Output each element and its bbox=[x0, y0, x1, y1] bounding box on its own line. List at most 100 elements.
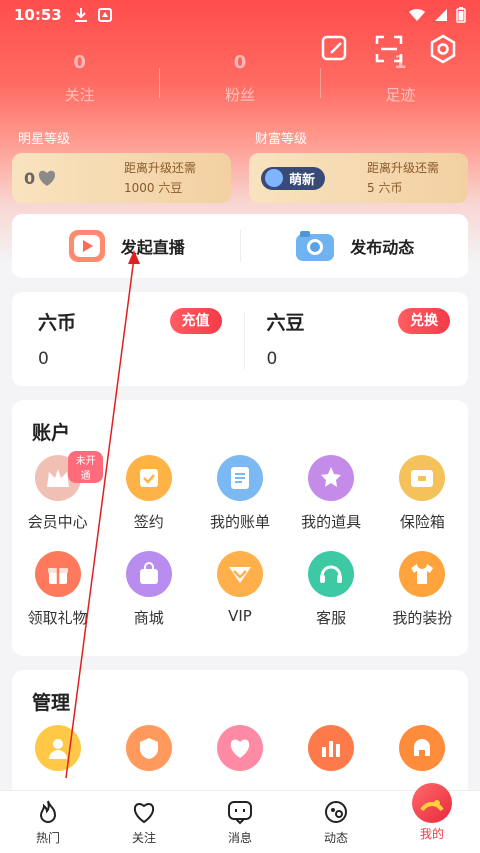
mall-item[interactable]: 商城 bbox=[103, 551, 194, 647]
tab-following-label: 关注 bbox=[131, 831, 156, 845]
start-live-button[interactable]: 发起直播 bbox=[12, 228, 240, 264]
download-icon bbox=[74, 8, 87, 22]
wealth-level: 财富等级 萌新 距离升级还需 5 六币 bbox=[249, 128, 468, 203]
tab-me[interactable]: 我的 bbox=[384, 783, 480, 853]
coin-balance: 六币 0 充值 bbox=[38, 308, 222, 386]
notification-icon bbox=[97, 8, 112, 22]
star-level-card[interactable]: 0 距离升级还需 1000 六豆 bbox=[12, 153, 231, 203]
stat-fans[interactable]: 0 粉丝 bbox=[160, 52, 319, 105]
tab-messages[interactable]: 消息 bbox=[192, 791, 288, 853]
customer-service-item[interactable]: 客服 bbox=[286, 551, 377, 647]
stat-following[interactable]: 0 关注 bbox=[0, 52, 159, 105]
wealth-level-badge: 萌新 bbox=[261, 166, 326, 190]
start-live-label: 发起直播 bbox=[120, 238, 185, 257]
safe-box-item[interactable]: 保险箱 bbox=[377, 455, 468, 551]
live-camera-icon bbox=[68, 230, 105, 262]
manage-title: 管理 bbox=[32, 692, 71, 714]
profile-stats: 0 关注 0 粉丝 1 足迹 bbox=[0, 52, 480, 105]
live-actions-card: 发起直播 发布动态 bbox=[12, 214, 468, 278]
stat-following-count: 0 bbox=[73, 52, 86, 73]
moments-icon bbox=[325, 801, 347, 823]
wifi-icon bbox=[409, 8, 425, 21]
star-level-need: 1000 六豆 bbox=[124, 181, 183, 195]
tab-following[interactable]: 关注 bbox=[96, 791, 192, 853]
post-moment-button[interactable]: 发布动态 bbox=[241, 229, 469, 263]
shopping-bag-icon bbox=[125, 551, 172, 597]
member-center-item[interactable]: 未开通 会员中心 bbox=[12, 451, 104, 551]
mall-label: 商城 bbox=[133, 609, 164, 627]
signal-icon bbox=[435, 9, 447, 21]
tab-hot-label: 热门 bbox=[35, 831, 60, 845]
vip-label: VIP bbox=[228, 607, 252, 625]
flame-icon bbox=[39, 800, 57, 823]
bar-chart-icon bbox=[308, 725, 355, 771]
account-grid: 未开通 会员中心 签约 我的账单 我的道具 保险箱 领取礼物 商城 VIP 客服… bbox=[12, 445, 468, 647]
star-wand-icon bbox=[308, 455, 355, 501]
heart-icon bbox=[39, 170, 56, 186]
coin-value: 0 bbox=[38, 349, 49, 369]
bean-balance: 六豆 0 兑换 bbox=[266, 308, 450, 386]
sign-contract-label: 签约 bbox=[133, 513, 164, 531]
battery-icon bbox=[456, 7, 466, 23]
wealth-level-card[interactable]: 萌新 距离升级还需 5 六币 bbox=[249, 153, 468, 203]
camera-icon bbox=[296, 231, 335, 261]
stat-footprint[interactable]: 1 足迹 bbox=[321, 52, 480, 105]
bill-icon bbox=[216, 455, 263, 501]
exchange-button[interactable]: 兑换 bbox=[398, 308, 450, 334]
heart-outline-icon bbox=[134, 803, 154, 824]
tab-moments[interactable]: 动态 bbox=[288, 791, 384, 853]
stat-fans-count: 0 bbox=[233, 52, 247, 73]
safe-icon bbox=[399, 455, 446, 501]
star-level-badge: 0 bbox=[24, 169, 57, 188]
wealth-level-badge-label: 萌新 bbox=[289, 172, 316, 188]
person-icon bbox=[34, 725, 81, 771]
my-props-label: 我的道具 bbox=[301, 513, 362, 531]
customer-service-label: 客服 bbox=[316, 609, 347, 627]
level-row: 明星等级 0 距离升级还需 1000 六豆 财富等级 萌新 距离升级还需 5 六… bbox=[12, 128, 468, 203]
star-level-number: 0 bbox=[24, 168, 36, 188]
me-tab-icon bbox=[412, 783, 452, 823]
wealth-badge-icon bbox=[265, 169, 283, 187]
star-level-hint: 距离升级还需 bbox=[124, 161, 197, 175]
tab-hot[interactable]: 热门 bbox=[0, 791, 96, 853]
my-bill-label: 我的账单 bbox=[209, 513, 270, 531]
bottom-tab-bar: 热门 关注 消息 动态 我的 bbox=[0, 783, 480, 853]
stat-footprint-label: 足迹 bbox=[385, 86, 416, 104]
vip-diamond-icon bbox=[216, 551, 263, 597]
star-level: 明星等级 0 距离升级还需 1000 六豆 bbox=[12, 128, 231, 203]
vip-item[interactable]: VIP bbox=[194, 551, 285, 647]
stat-footprint-count: 1 bbox=[394, 52, 407, 73]
my-bill-item[interactable]: 我的账单 bbox=[194, 455, 285, 551]
member-status-tag: 未开通 bbox=[68, 451, 104, 483]
sign-contract-item[interactable]: 签约 bbox=[103, 455, 194, 551]
safe-box-label: 保险箱 bbox=[399, 513, 445, 531]
recharge-button[interactable]: 充值 bbox=[169, 308, 222, 334]
wealth-level-need: 5 六币 bbox=[367, 181, 403, 195]
post-moment-label: 发布动态 bbox=[350, 238, 415, 257]
star-level-title: 明星等级 bbox=[18, 132, 71, 147]
wallet-card: 六币 0 充值 六豆 0 兑换 bbox=[12, 292, 468, 386]
tab-me-label: 我的 bbox=[419, 827, 444, 841]
claim-gift-item[interactable]: 领取礼物 bbox=[12, 551, 103, 647]
stat-following-label: 关注 bbox=[64, 86, 95, 104]
bean-value: 0 bbox=[266, 349, 278, 369]
wallet-divider bbox=[243, 312, 245, 370]
manage-section: 管理 bbox=[12, 670, 468, 810]
status-bar: 10:53 bbox=[0, 0, 480, 30]
heart-icon bbox=[216, 725, 263, 771]
shield-icon bbox=[125, 725, 172, 771]
account-section: 账户 未开通 会员中心 签约 我的账单 我的道具 保险箱 领取礼物 商城 VIP… bbox=[12, 400, 468, 656]
helmet-icon bbox=[399, 725, 446, 771]
my-outfit-item[interactable]: 我的装扮 bbox=[377, 551, 468, 647]
gift-icon bbox=[34, 551, 81, 597]
status-time: 10:53 bbox=[14, 6, 62, 24]
contract-icon bbox=[125, 455, 172, 501]
stat-fans-label: 粉丝 bbox=[224, 86, 255, 104]
wealth-level-hint: 距离升级还需 bbox=[367, 161, 440, 175]
my-outfit-label: 我的装扮 bbox=[392, 609, 453, 627]
member-center-label: 会员中心 bbox=[27, 513, 88, 531]
headset-icon bbox=[308, 551, 355, 597]
my-props-item[interactable]: 我的道具 bbox=[286, 455, 377, 551]
account-title: 账户 bbox=[32, 422, 71, 444]
message-icon bbox=[228, 801, 252, 825]
